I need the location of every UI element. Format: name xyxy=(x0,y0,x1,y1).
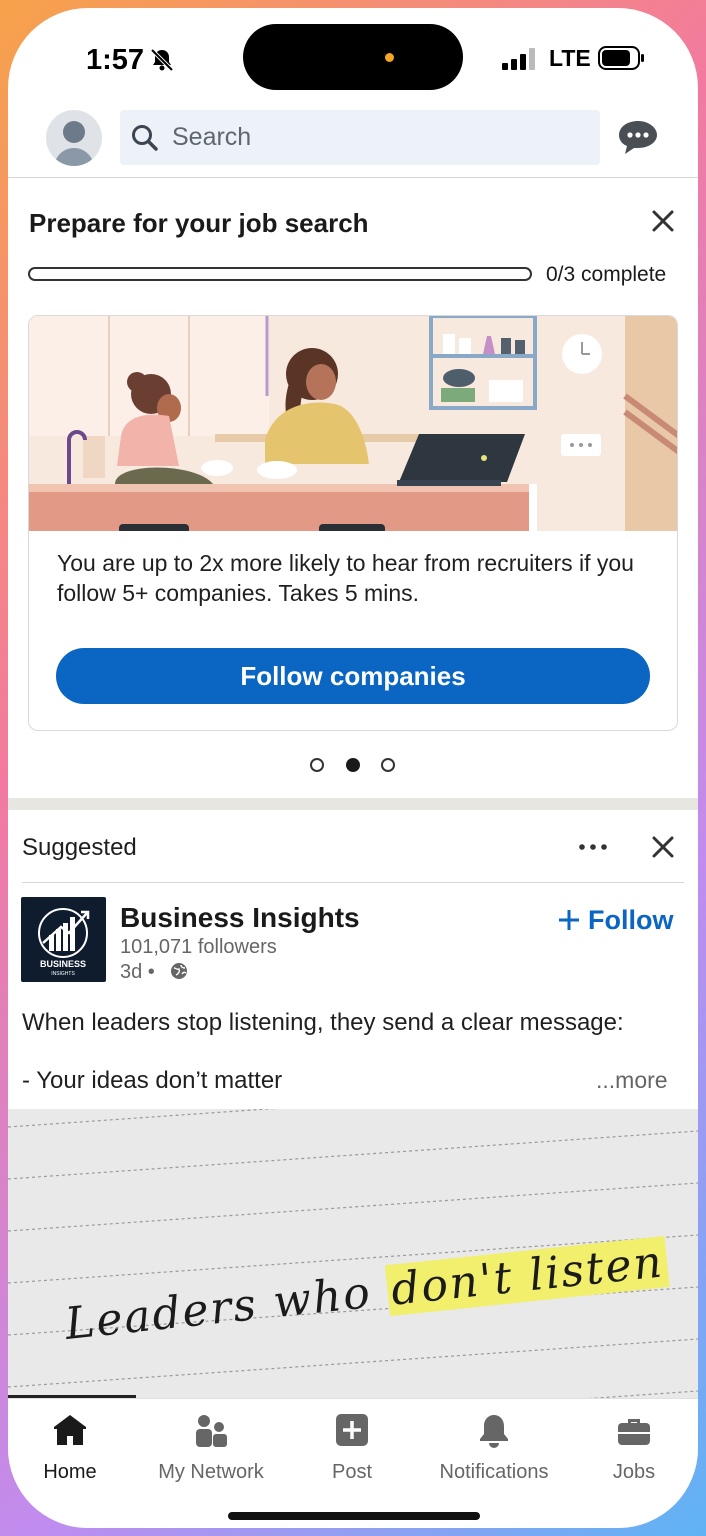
carousel-dot[interactable] xyxy=(310,758,324,772)
job-card-title: Prepare for your job search xyxy=(29,208,369,238)
see-more-link[interactable]: ...more xyxy=(596,1067,668,1094)
tab-jobs[interactable]: Jobs xyxy=(594,1399,674,1489)
tab-notifications[interactable]: Notifications xyxy=(424,1399,564,1489)
tab-label: My Network xyxy=(158,1461,264,1483)
progress-bar xyxy=(28,267,532,281)
plus-icon xyxy=(559,910,579,930)
company-logo[interactable]: BUSINESS INSIGHTS xyxy=(21,897,106,982)
job-card-body: You are up to 2x more likely to hear fro… xyxy=(57,550,634,606)
logo-subtext: INSIGHTS xyxy=(51,971,75,977)
tab-label: Post xyxy=(331,1461,373,1483)
progress-label: 0/3 complete xyxy=(546,263,667,286)
home-icon xyxy=(54,1415,86,1445)
messaging-icon[interactable] xyxy=(616,118,660,158)
company-followers: 101,071 followers xyxy=(120,936,277,958)
business-insights-logo: BUSINESS INSIGHTS xyxy=(38,908,90,977)
privacy-indicator xyxy=(385,53,394,62)
home-indicator[interactable] xyxy=(228,1512,480,1520)
tab-label: Notifications xyxy=(439,1461,549,1483)
tab-label: Home xyxy=(43,1461,97,1483)
post-image[interactable]: Leaders who don't listen xyxy=(8,1109,698,1399)
company-name[interactable]: Business Insights xyxy=(120,902,360,934)
network-type: LTE xyxy=(549,45,591,71)
search-bar[interactable] xyxy=(120,110,600,165)
post-text-line: When leaders stop listening, they send a… xyxy=(22,1009,624,1036)
carousel-indicator xyxy=(310,758,400,774)
tab-home[interactable]: Home xyxy=(30,1399,110,1489)
close-icon[interactable] xyxy=(648,832,678,862)
status-time: 1:57 xyxy=(86,44,145,76)
kitchen-illustration xyxy=(29,316,677,531)
job-prep-card: You are up to 2x more likely to hear fro… xyxy=(28,315,678,731)
bottom-tab-bar: Home My Network Post Notifications Jobs xyxy=(8,1398,698,1528)
carousel-dot[interactable] xyxy=(346,758,360,772)
avatar-placeholder-icon xyxy=(54,121,94,166)
tab-my-network[interactable]: My Network xyxy=(148,1399,274,1489)
tab-post[interactable]: Post xyxy=(312,1399,392,1489)
suggested-divider xyxy=(22,882,684,883)
profile-avatar[interactable] xyxy=(46,110,102,166)
more-options-icon[interactable] xyxy=(578,834,608,860)
phone-screen: 1:57 LTE Search Prepare for your job sea… xyxy=(8,8,698,1528)
search-input[interactable] xyxy=(172,110,572,165)
tab-label: Jobs xyxy=(612,1461,656,1483)
bell-icon xyxy=(480,1415,508,1448)
dynamic-island xyxy=(243,24,463,90)
post-icon xyxy=(336,1414,368,1446)
close-icon[interactable] xyxy=(648,206,678,236)
signal-icon xyxy=(502,48,535,70)
battery-icon xyxy=(598,46,644,70)
logo-text: BUSINESS xyxy=(40,959,86,969)
post-age: 3d • xyxy=(120,961,155,983)
header-divider xyxy=(8,177,698,178)
follow-button[interactable]: Follow xyxy=(558,904,673,936)
feed-separator xyxy=(8,798,698,810)
briefcase-icon xyxy=(618,1419,650,1445)
search-icon xyxy=(132,125,158,151)
status-bar: 1:57 LTE xyxy=(8,8,698,108)
follow-companies-button[interactable]: Follow companies xyxy=(56,648,650,704)
bell-muted-icon xyxy=(150,48,174,72)
post-text-line: - Your ideas don’t matter xyxy=(22,1067,283,1094)
globe-icon xyxy=(171,963,187,979)
carousel-dot[interactable] xyxy=(381,758,395,772)
follow-label: Follow xyxy=(588,904,674,935)
suggested-label: Suggested xyxy=(22,834,137,861)
network-icon xyxy=(196,1415,227,1447)
